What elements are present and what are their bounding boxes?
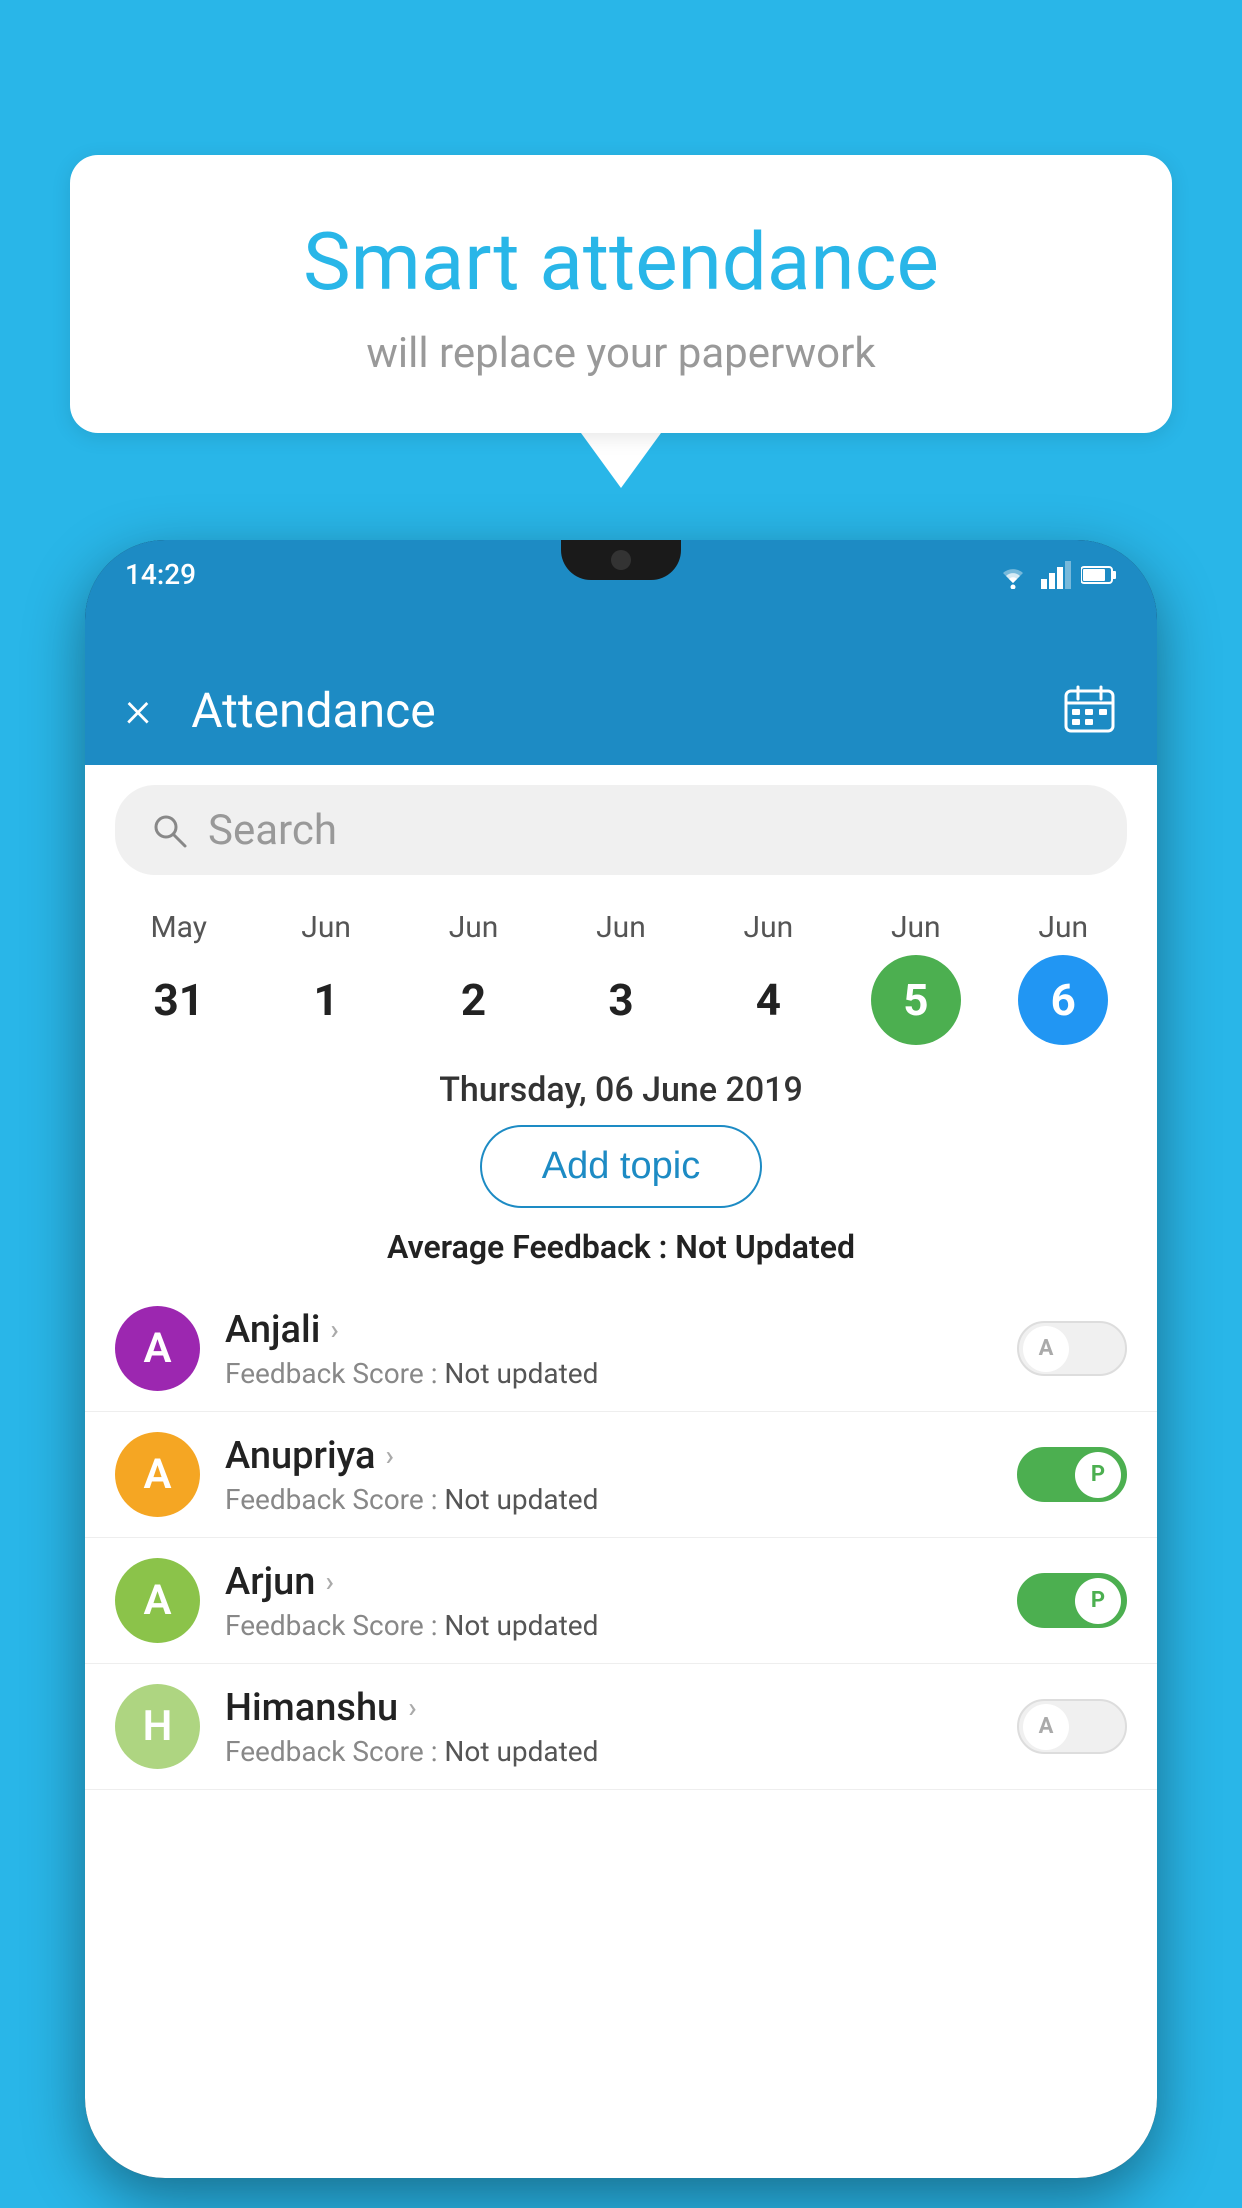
cal-date-number: 6 bbox=[1018, 955, 1108, 1045]
avg-feedback: Average Feedback : Not Updated bbox=[85, 1228, 1157, 1266]
student-item-1[interactable]: A Anupriya › Feedback Score : Not updated P bbox=[85, 1412, 1157, 1538]
selected-date-display: Thursday, 06 June 2019 bbox=[85, 1045, 1157, 1125]
cal-month-label: May bbox=[150, 910, 206, 945]
calendar-day-1[interactable]: Jun 1 bbox=[281, 910, 371, 1045]
chevron-right-icon: › bbox=[385, 1439, 393, 1472]
header-title: Attendance bbox=[191, 682, 1062, 739]
close-button[interactable]: × bbox=[125, 681, 151, 739]
attendance-toggle[interactable]: A bbox=[1017, 1699, 1127, 1754]
attendance-toggle[interactable]: P bbox=[1017, 1447, 1127, 1502]
speech-bubble-subtitle: will replace your paperwork bbox=[140, 329, 1102, 378]
camera-dot bbox=[611, 550, 631, 570]
cal-month-label: Jun bbox=[301, 910, 351, 945]
cal-month-label: Jun bbox=[891, 910, 941, 945]
status-time: 14:29 bbox=[125, 558, 196, 591]
student-feedback: Feedback Score : Not updated bbox=[225, 1357, 992, 1390]
cal-month-label: Jun bbox=[449, 910, 499, 945]
status-icons bbox=[995, 561, 1117, 589]
speech-bubble: Smart attendance will replace your paper… bbox=[70, 155, 1172, 433]
student-name: Himanshu › bbox=[225, 1686, 992, 1730]
toggle-switch[interactable]: A bbox=[1017, 1321, 1127, 1376]
student-feedback: Feedback Score : Not updated bbox=[225, 1735, 992, 1768]
cal-date-number: 1 bbox=[281, 955, 371, 1045]
student-name: Arjun › bbox=[225, 1560, 992, 1604]
calendar-strip: May 31 Jun 1 Jun 2 Jun 3 Jun 4 Jun 5 Jun 6 bbox=[85, 895, 1157, 1045]
attendance-toggle[interactable]: P bbox=[1017, 1573, 1127, 1628]
calendar-day-0[interactable]: May 31 bbox=[134, 910, 224, 1045]
cal-month-label: Jun bbox=[744, 910, 794, 945]
student-info: Anupriya › Feedback Score : Not updated bbox=[225, 1434, 992, 1516]
search-placeholder: Search bbox=[208, 806, 337, 855]
chevron-right-icon: › bbox=[330, 1313, 338, 1346]
calendar-day-3[interactable]: Jun 3 bbox=[576, 910, 666, 1045]
speech-bubble-tail bbox=[581, 433, 661, 488]
phone-notch bbox=[561, 540, 681, 580]
attendance-toggle[interactable]: A bbox=[1017, 1321, 1127, 1376]
cal-date-number: 4 bbox=[723, 955, 813, 1045]
calendar-day-5[interactable]: Jun 5 bbox=[871, 910, 961, 1045]
phone-frame: 14:29 bbox=[85, 540, 1157, 2178]
toggle-knob: P bbox=[1075, 1452, 1121, 1498]
student-item-3[interactable]: H Himanshu › Feedback Score : Not updated A bbox=[85, 1664, 1157, 1790]
student-info: Anjali › Feedback Score : Not updated bbox=[225, 1308, 992, 1390]
chevron-right-icon: › bbox=[408, 1691, 416, 1724]
student-feedback: Feedback Score : Not updated bbox=[225, 1483, 992, 1516]
cal-date-number: 3 bbox=[576, 955, 666, 1045]
cal-date-number: 31 bbox=[134, 955, 224, 1045]
student-avatar: A bbox=[115, 1558, 200, 1643]
speech-bubble-title: Smart attendance bbox=[140, 215, 1102, 309]
student-avatar: A bbox=[115, 1432, 200, 1517]
cal-month-label: Jun bbox=[1038, 910, 1088, 945]
toggle-switch[interactable]: P bbox=[1017, 1573, 1127, 1628]
toggle-knob: P bbox=[1075, 1578, 1121, 1624]
toggle-knob: A bbox=[1023, 1704, 1069, 1750]
phone-notch-area: 14:29 bbox=[85, 540, 1157, 655]
student-item-2[interactable]: A Arjun › Feedback Score : Not updated P bbox=[85, 1538, 1157, 1664]
speech-bubble-container: Smart attendance will replace your paper… bbox=[70, 155, 1172, 488]
calendar-day-2[interactable]: Jun 2 bbox=[429, 910, 519, 1045]
student-feedback: Feedback Score : Not updated bbox=[225, 1609, 992, 1642]
toggle-switch[interactable]: A bbox=[1017, 1699, 1127, 1754]
app-header: × Attendance bbox=[85, 655, 1157, 765]
calendar-day-4[interactable]: Jun 4 bbox=[723, 910, 813, 1045]
signal-icon bbox=[1041, 561, 1071, 589]
cal-date-number: 5 bbox=[871, 955, 961, 1045]
phone-screen: Search May 31 Jun 1 Jun 2 Jun 3 Jun 4 Jun 5 Jun 6 Thu… bbox=[85, 765, 1157, 2178]
toggle-knob: A bbox=[1023, 1326, 1069, 1372]
toggle-switch[interactable]: P bbox=[1017, 1447, 1127, 1502]
student-list: AAnjali ›Feedback Score : Not updatedAAA… bbox=[85, 1286, 1157, 1790]
student-info: Arjun › Feedback Score : Not updated bbox=[225, 1560, 992, 1642]
search-icon bbox=[150, 811, 188, 849]
student-avatar: A bbox=[115, 1306, 200, 1391]
calendar-day-6[interactable]: Jun 6 bbox=[1018, 910, 1108, 1045]
cal-date-number: 2 bbox=[429, 955, 519, 1045]
cal-month-label: Jun bbox=[596, 910, 646, 945]
chevron-right-icon: › bbox=[325, 1565, 333, 1598]
wifi-icon bbox=[995, 561, 1031, 589]
student-name: Anjali › bbox=[225, 1308, 992, 1352]
student-name: Anupriya › bbox=[225, 1434, 992, 1478]
student-item-0[interactable]: A Anjali › Feedback Score : Not updated A bbox=[85, 1286, 1157, 1412]
calendar-icon[interactable] bbox=[1062, 683, 1117, 738]
battery-icon bbox=[1081, 565, 1117, 585]
student-info: Himanshu › Feedback Score : Not updated bbox=[225, 1686, 992, 1768]
add-topic-button[interactable]: Add topic bbox=[480, 1125, 762, 1208]
search-bar[interactable]: Search bbox=[115, 785, 1127, 875]
student-avatar: H bbox=[115, 1684, 200, 1769]
